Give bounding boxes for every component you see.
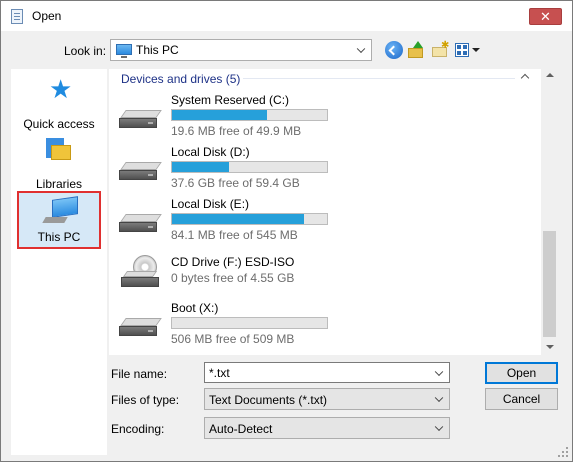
open-button[interactable]: Open <box>485 362 558 384</box>
chevron-down-icon[interactable] <box>431 389 449 409</box>
encoding-label: Encoding: <box>111 422 165 436</box>
drive-name: Local Disk (E:) <box>171 197 250 211</box>
resize-grip[interactable] <box>558 447 568 457</box>
usage-fill <box>172 110 267 120</box>
encoding-dropdown[interactable]: Auto-Detect <box>204 417 450 439</box>
group-header[interactable]: Devices and drives (5) <box>121 72 240 86</box>
close-button[interactable]: ✕ <box>529 8 562 25</box>
chevron-down-icon[interactable] <box>431 418 449 438</box>
place-label: Libraries <box>35 177 83 191</box>
look-in-value: This PC <box>136 43 179 57</box>
window-title: Open <box>32 9 62 23</box>
hard-drive-icon <box>119 110 162 128</box>
place-label: This PC <box>37 230 81 244</box>
place-libraries[interactable]: Libraries <box>11 137 107 197</box>
drive-free-space: 84.1 MB free of 545 MB <box>171 228 298 242</box>
new-folder-icon[interactable]: ✱ <box>431 41 449 59</box>
chevron-up-icon[interactable] <box>520 73 530 83</box>
notepad-icon <box>11 9 23 24</box>
drive-item[interactable]: Local Disk (D:) 37.6 GB free of 59.4 GB <box>109 145 539 197</box>
file-type-value: Text Documents (*.txt) <box>209 393 328 407</box>
drive-name: System Reserved (C:) <box>171 93 290 107</box>
encoding-value: Auto-Detect <box>209 422 273 436</box>
usage-bar <box>171 109 328 121</box>
scroll-up-icon[interactable] <box>546 73 554 77</box>
drive-free-space: 19.6 MB free of 49.9 MB <box>171 124 302 138</box>
group-divider <box>243 78 515 79</box>
file-type-label: Files of type: <box>111 393 180 407</box>
hard-drive-icon <box>119 214 162 232</box>
usage-fill <box>172 214 304 224</box>
hard-drive-icon <box>119 318 162 336</box>
file-name-label: File name: <box>111 367 168 381</box>
place-quick-access[interactable]: ★ Quick access <box>11 74 107 137</box>
libraries-icon <box>46 138 71 160</box>
scroll-thumb[interactable] <box>543 231 556 337</box>
drive-item[interactable]: Local Disk (E:) 84.1 MB free of 545 MB <box>109 197 539 249</box>
usage-bar <box>171 213 328 225</box>
back-icon[interactable] <box>385 41 403 59</box>
file-name-value: *.txt <box>209 366 230 380</box>
chevron-down-icon[interactable] <box>353 40 371 60</box>
up-folder-icon[interactable] <box>407 41 425 59</box>
look-in-dropdown[interactable]: This PC <box>110 39 372 61</box>
drive-name: Local Disk (D:) <box>171 145 250 159</box>
hard-drive-icon <box>119 162 162 180</box>
drive-item[interactable]: CD Drive (F:) ESD-ISO 0 bytes free of 4.… <box>109 255 539 307</box>
open-dialog: Open ✕ Look in: This PC ✱ ★ Quick access… <box>0 0 573 462</box>
chevron-down-icon[interactable] <box>431 363 449 382</box>
drive-name: Boot (X:) <box>171 301 219 315</box>
look-in-label: Look in: <box>64 44 107 58</box>
usage-bar <box>171 317 328 329</box>
star-icon: ★ <box>49 74 73 104</box>
cd-drive-icon <box>121 255 159 291</box>
place-label: Quick access <box>23 117 95 131</box>
drive-item[interactable]: Boot (X:) 506 MB free of 509 MB <box>109 301 539 353</box>
place-this-pc[interactable]: This PC <box>17 191 101 249</box>
cancel-button[interactable]: Cancel <box>485 388 558 410</box>
drive-free-space: 37.6 GB free of 59.4 GB <box>171 176 300 190</box>
drive-free-space: 0 bytes free of 4.55 GB <box>171 271 295 285</box>
file-name-field[interactable]: *.txt <box>204 362 450 383</box>
drive-free-space: 506 MB free of 509 MB <box>171 332 295 346</box>
vertical-scrollbar[interactable] <box>541 69 558 355</box>
view-menu-icon[interactable] <box>455 41 481 59</box>
drive-item[interactable]: System Reserved (C:) 19.6 MB free of 49.… <box>109 93 539 145</box>
computer-icon <box>42 196 78 224</box>
file-list: Devices and drives (5) System Reserved (… <box>109 69 556 355</box>
file-type-dropdown[interactable]: Text Documents (*.txt) <box>204 388 450 410</box>
usage-fill <box>172 162 230 172</box>
scroll-down-icon[interactable] <box>546 345 554 349</box>
usage-bar <box>171 161 328 173</box>
title-bar: Open ✕ <box>1 1 572 31</box>
places-bar: ★ Quick access Libraries This PC <box>11 69 107 455</box>
computer-icon <box>116 44 132 58</box>
drive-name: CD Drive (F:) ESD-ISO <box>171 255 295 269</box>
